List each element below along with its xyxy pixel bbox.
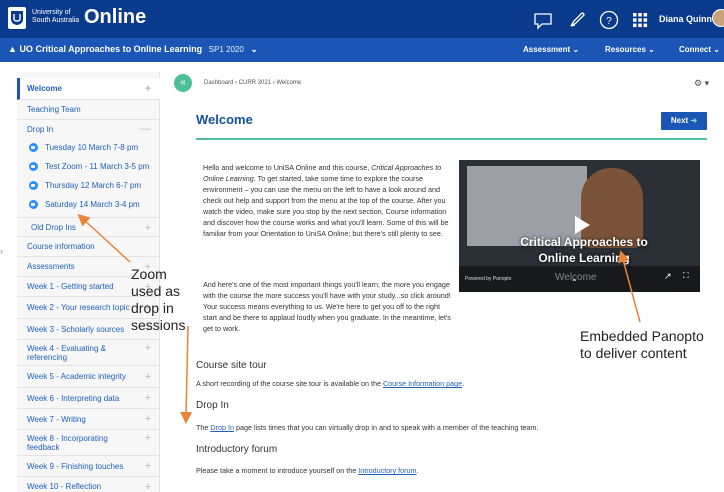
panopto-annotation-line: Embedded Panopto [580,328,704,344]
arrow-to-video [617,250,641,323]
zoom-annotation-line: sessions [131,317,186,333]
zoom-annotation: Zoom used as drop in sessions [131,266,185,334]
panopto-annotation-line: to deliver content [580,345,687,361]
annotation-arrows [77,213,641,424]
arrow-to-drop-in-link [180,325,193,424]
panopto-annotation: Embedded Panopto to deliver content [580,328,704,362]
zoom-annotation-line: Zoom [131,266,167,282]
arrow-to-sidebar-sessions [77,213,131,263]
zoom-annotation-line: drop in [131,300,174,316]
zoom-annotation-line: used as [131,283,181,299]
